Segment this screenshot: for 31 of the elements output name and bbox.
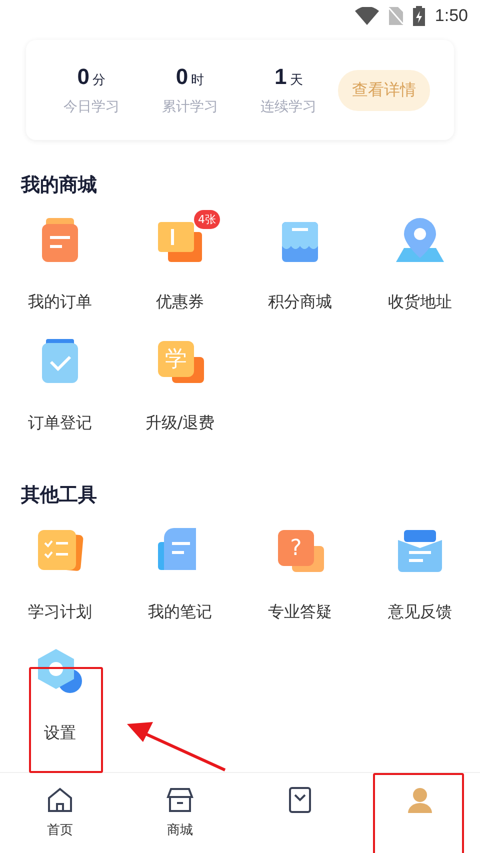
menu-item-label[interactable]: 优惠券	[156, 292, 204, 313]
menu-item-label[interactable]: 专业答疑	[268, 602, 332, 623]
menu-item-label[interactable]: 积分商城	[268, 292, 332, 313]
clock-time: 1:50	[434, 6, 468, 26]
section-title: 其他工具	[20, 483, 98, 508]
icon-glyph: ?	[289, 534, 303, 562]
home-icon	[45, 785, 75, 815]
menu-item-label[interactable]: 我的订单	[28, 292, 92, 313]
menu-item-label[interactable]: 学习计划	[28, 602, 92, 623]
person-icon	[405, 785, 435, 815]
menu-item-label[interactable]: 设置	[44, 723, 76, 744]
stat-value: 1 天	[274, 64, 303, 90]
icon-glyph: 学	[164, 346, 188, 374]
battery-icon	[412, 6, 425, 26]
stat-label: 今日学习	[63, 98, 120, 116]
menu-item-label[interactable]: 意见反馈	[388, 602, 452, 623]
stat-value: 0 分	[77, 64, 106, 90]
no-sim-icon	[388, 7, 403, 25]
shop-icon	[165, 785, 195, 815]
tab-label[interactable]: 首页	[47, 821, 73, 839]
wifi-icon	[354, 7, 379, 25]
stat-label: 连续学习	[260, 98, 317, 116]
menu-item-label[interactable]: 升级/退费	[145, 413, 215, 434]
stat-value: 0 时	[176, 64, 204, 90]
tab-label[interactable]: 商城	[167, 821, 193, 839]
section-title: 我的商城	[20, 173, 98, 198]
count-badge: 4张	[194, 210, 220, 229]
menu-item-label[interactable]: 收货地址	[388, 292, 452, 313]
menu-item-label[interactable]: 订单登记	[28, 413, 92, 434]
stat-label: 累计学习	[162, 98, 218, 116]
menu-item-label[interactable]: 我的笔记	[148, 602, 212, 623]
